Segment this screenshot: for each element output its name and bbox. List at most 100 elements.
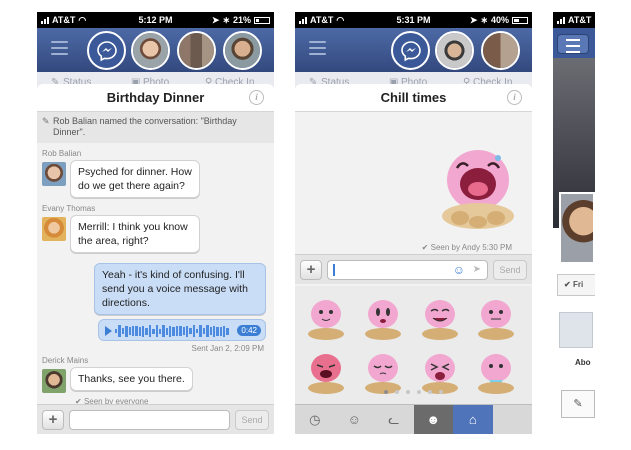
messenger-chathead[interactable] [391, 31, 430, 70]
chathead-avatar-1[interactable] [435, 31, 474, 70]
tray-spacer [493, 405, 533, 434]
sticker-store-tab[interactable]: ⌂ [453, 405, 493, 434]
seen-receipt: ✔ Seen by Andy 5:30 PM [421, 243, 512, 252]
waveform [115, 325, 229, 337]
avatar[interactable] [42, 369, 66, 393]
recent-stickers-tab[interactable]: ◷ [295, 405, 335, 434]
waveform-bar [118, 325, 121, 337]
page-dot[interactable] [406, 390, 410, 394]
battery-fill [514, 18, 519, 22]
menu-icon[interactable] [309, 41, 326, 59]
about-label: Abo [575, 358, 591, 367]
waveform-bar [155, 325, 158, 337]
panel-pointer [147, 84, 159, 90]
nav-bar [553, 28, 595, 58]
about-tile[interactable] [559, 312, 593, 348]
play-icon[interactable] [105, 326, 112, 336]
waveform-bar [135, 326, 138, 336]
menu-button[interactable] [557, 34, 589, 54]
sticker-item[interactable] [475, 296, 517, 342]
page-dot[interactable] [384, 390, 388, 394]
sent-sticker[interactable] [438, 144, 518, 230]
page-dot[interactable] [395, 390, 399, 394]
waveform-bar [179, 326, 182, 336]
nav-bar [37, 28, 274, 72]
profile-photo[interactable] [559, 192, 595, 264]
bluetooth-icon: ∗ [222, 14, 230, 25]
friends-label: Fri [572, 280, 584, 289]
message-row-outgoing: Yeah - it's kind of confusing. I'll send… [42, 263, 274, 315]
voice-duration: 0:42 [237, 325, 261, 336]
location-icon: ➤ [469, 14, 478, 25]
cat-stickers-tab[interactable]: ᓚ [374, 405, 414, 434]
waveform-bar [185, 325, 189, 337]
panel-pointer [403, 84, 415, 90]
system-message: ✎ Rob Balian named the conversation: "Bi… [37, 112, 274, 143]
messenger-chathead[interactable] [87, 31, 126, 70]
message-row: Psyched for dinner. How do we get there … [42, 160, 274, 198]
sticker-item[interactable] [419, 296, 461, 342]
info-icon[interactable]: i [249, 90, 264, 105]
chathead-avatar-2[interactable] [177, 31, 216, 70]
waveform-bar [131, 326, 135, 336]
send-button[interactable]: Send [493, 259, 527, 280]
pink-stickers-tab[interactable]: ☻ [413, 405, 453, 434]
composer: + ☺ ➤ Send [295, 254, 532, 284]
avatar[interactable] [42, 217, 66, 241]
sticker-tray: ◷ ☺ ᓚ ☻ ⌂ [295, 404, 532, 434]
text-cursor [333, 263, 335, 276]
edit-icon[interactable]: ✎ [561, 390, 595, 418]
conversation-panel: Birthday Dinner i ✎ Rob Balian named the… [37, 84, 274, 434]
message-bubble: Psyched for dinner. How do we get there … [70, 160, 200, 198]
messenger-icon [96, 40, 117, 61]
friends-button[interactable]: ✔ Fri [557, 274, 595, 296]
status-bar: AT&T ◠ 5:31 PM ➤ ∗ 40% [295, 12, 532, 28]
waveform-bar [172, 326, 175, 336]
waveform-bar [182, 327, 185, 335]
message-row: Merrill: I think you know the area, righ… [42, 215, 274, 253]
sticker-item[interactable] [305, 296, 347, 342]
info-icon[interactable]: i [507, 90, 522, 105]
waveform-bar [219, 326, 222, 336]
waveform-bar [192, 325, 195, 337]
add-attachment-button[interactable]: + [42, 409, 64, 430]
avatar[interactable] [42, 162, 66, 186]
menu-icon[interactable] [51, 41, 68, 59]
message-input[interactable]: ☺ ➤ [327, 259, 488, 280]
conversation-title: Birthday Dinner [106, 90, 205, 105]
battery-fill [256, 18, 259, 22]
phone-profile-cropped: AT&T ✔ Fri Abo ✎ [553, 12, 595, 434]
chathead-avatar-3[interactable] [223, 31, 262, 70]
battery-percent: 21% [232, 15, 251, 25]
message-bubble: Thanks, see you there. [70, 367, 193, 391]
waveform-bar [138, 326, 141, 336]
message-input[interactable] [69, 409, 230, 430]
waveform-bar [158, 328, 162, 334]
message-bubble: Merrill: I think you know the area, righ… [70, 215, 200, 253]
voice-message[interactable]: 0:42 [98, 319, 266, 341]
sender-name: Rob Balian [42, 149, 82, 158]
sticker-item[interactable] [362, 296, 404, 342]
pen-icon: ✎ [42, 116, 50, 126]
send-button[interactable]: Send [235, 409, 269, 430]
page-dot[interactable] [428, 390, 432, 394]
waveform-bar [206, 325, 209, 337]
waveform-bar [142, 325, 145, 337]
conversation-title: Chill times [380, 90, 447, 105]
phone-birthday-dinner: AT&T ◠ 5:12 PM ➤ ∗ 21% ✎ Status ▣ Photo … [37, 12, 274, 434]
waveform-bar [216, 326, 219, 336]
pink-sticker-icon: ☻ [426, 412, 441, 427]
page-dot[interactable] [417, 390, 421, 394]
emoji-tab[interactable]: ☺ [335, 405, 375, 434]
add-attachment-button[interactable]: + [300, 259, 322, 280]
chathead-avatar-1[interactable] [131, 31, 170, 70]
chathead-avatar-2[interactable] [481, 31, 520, 70]
waveform-bar [128, 327, 131, 335]
location-share-icon[interactable]: ➤ [473, 264, 481, 275]
page-dot[interactable] [439, 390, 443, 394]
waveform-bar [226, 327, 229, 335]
waveform-bar [209, 327, 212, 335]
sticker-toggle-icon[interactable]: ☺ [453, 263, 465, 277]
cat-icon: ᓚ [388, 411, 400, 427]
messenger-icon [400, 40, 421, 61]
